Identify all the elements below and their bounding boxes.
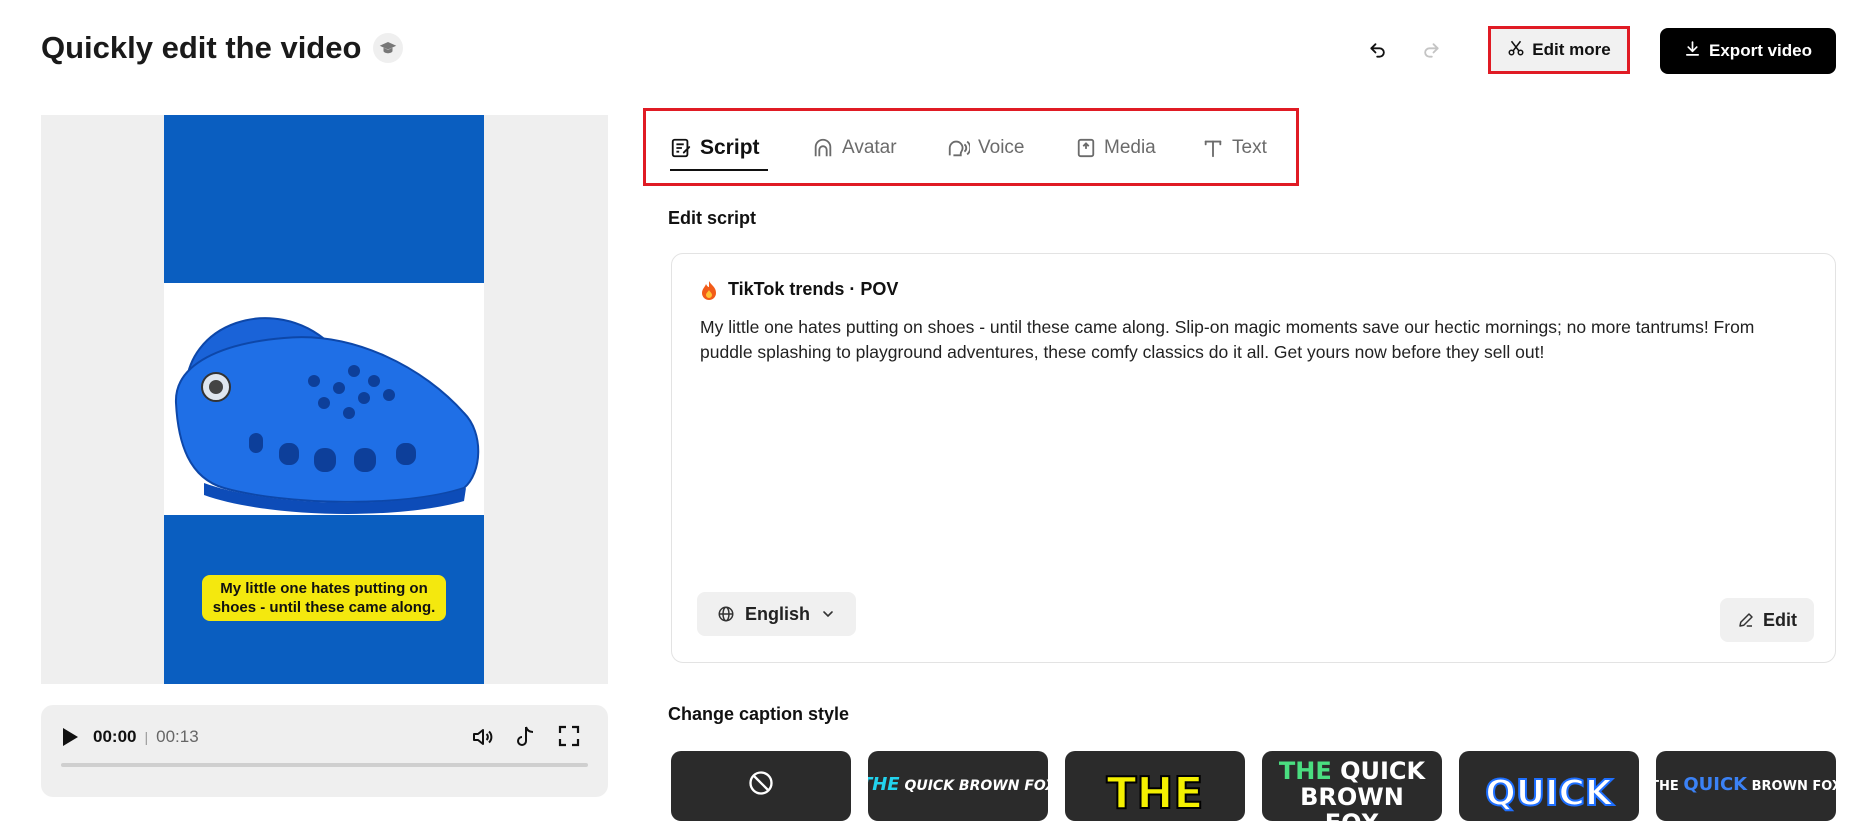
tab-text-label: Text [1232, 137, 1267, 158]
undo-icon[interactable] [1362, 34, 1394, 66]
caption-style-none[interactable] [671, 751, 851, 821]
caption-style-4[interactable]: QUICK [1459, 751, 1639, 821]
export-video-label: Export video [1709, 41, 1812, 60]
tab-media[interactable]: Media [1076, 133, 1156, 163]
edit-more-label: Edit more [1532, 40, 1611, 59]
editor-tabs: Script Avatar Voice Media Text [643, 108, 1299, 186]
language-select[interactable]: English [697, 592, 856, 636]
tab-media-label: Media [1104, 137, 1156, 158]
caption-style-5-preview: THE QUICK BROWN FOX [1656, 773, 1836, 795]
chevron-down-icon [820, 606, 836, 622]
tab-voice[interactable]: Voice [946, 133, 1024, 163]
product-image [164, 283, 484, 515]
video-player-controls: 00:00 | 00:13 [41, 705, 608, 797]
caption-style-2-preview: THE [1106, 767, 1205, 820]
tab-avatar-label: Avatar [842, 137, 897, 158]
redo-icon[interactable] [1415, 34, 1447, 66]
caption-style-1[interactable]: THE QUICK BROWN FOX [868, 751, 1048, 821]
edit-label: Edit [1763, 609, 1797, 630]
text-icon [1202, 137, 1224, 159]
pencil-icon [1737, 611, 1755, 629]
export-video-button[interactable]: Export video [1660, 28, 1836, 74]
caption-style-3-preview: THE QUICK BROWN FOX [1278, 757, 1426, 821]
script-heading: TikTok trends · POV [700, 279, 898, 300]
caption-style-2[interactable]: THE [1065, 751, 1245, 821]
tab-voice-label: Voice [978, 137, 1025, 158]
avatar-icon [812, 137, 834, 159]
duration: 00:13 [156, 727, 199, 746]
no-style-icon [747, 769, 775, 797]
caption-style-label: Change caption style [668, 704, 850, 724]
time-separator: | [144, 729, 149, 745]
tab-script[interactable]: Script [670, 133, 760, 163]
edit-script-label: Edit script [668, 208, 757, 228]
current-time: 00:00 [93, 727, 137, 746]
fire-icon [700, 280, 718, 300]
caption-style-5[interactable]: THE QUICK BROWN FOX [1656, 751, 1836, 821]
tab-text[interactable]: Text [1202, 133, 1267, 163]
active-tab-indicator [670, 169, 768, 171]
progress-bar[interactable] [61, 763, 588, 767]
globe-icon [717, 605, 735, 623]
video-frame: My little one hates putting on shoes - u… [164, 115, 484, 684]
script-heading-text: TikTok trends · POV [728, 279, 899, 299]
time-display: 00:00 | 00:13 [93, 727, 199, 747]
script-card: TikTok trends · POV My little one hates … [671, 253, 1836, 663]
graduation-cap-icon[interactable] [373, 33, 404, 63]
fullscreen-icon[interactable] [558, 725, 580, 752]
video-caption: My little one hates putting on shoes - u… [202, 575, 446, 621]
page-title: Quickly edit the video [41, 30, 404, 66]
language-label: English [744, 603, 810, 624]
edit-more-button[interactable]: Edit more [1488, 26, 1630, 74]
tiktok-icon[interactable] [515, 725, 537, 754]
script-body[interactable]: My little one hates putting on shoes - u… [700, 315, 1810, 365]
media-icon [1076, 137, 1096, 159]
tab-script-label: Script [700, 136, 760, 159]
script-icon [670, 137, 692, 159]
download-icon [1684, 40, 1701, 62]
volume-icon[interactable] [471, 725, 495, 754]
video-preview[interactable]: My little one hates putting on shoes - u… [41, 115, 608, 684]
caption-style-4-preview: QUICK [1484, 772, 1614, 815]
caption-style-3[interactable]: THE QUICK BROWN FOX [1262, 751, 1442, 821]
page-title-text: Quickly edit the video [41, 30, 362, 65]
play-icon[interactable] [61, 727, 79, 747]
voice-icon [946, 137, 970, 159]
tab-avatar[interactable]: Avatar [812, 133, 897, 163]
scissors-icon [1507, 39, 1525, 62]
edit-script-button[interactable]: Edit [1720, 598, 1814, 642]
caption-style-1-preview: THE QUICK BROWN FOX [868, 773, 1048, 795]
